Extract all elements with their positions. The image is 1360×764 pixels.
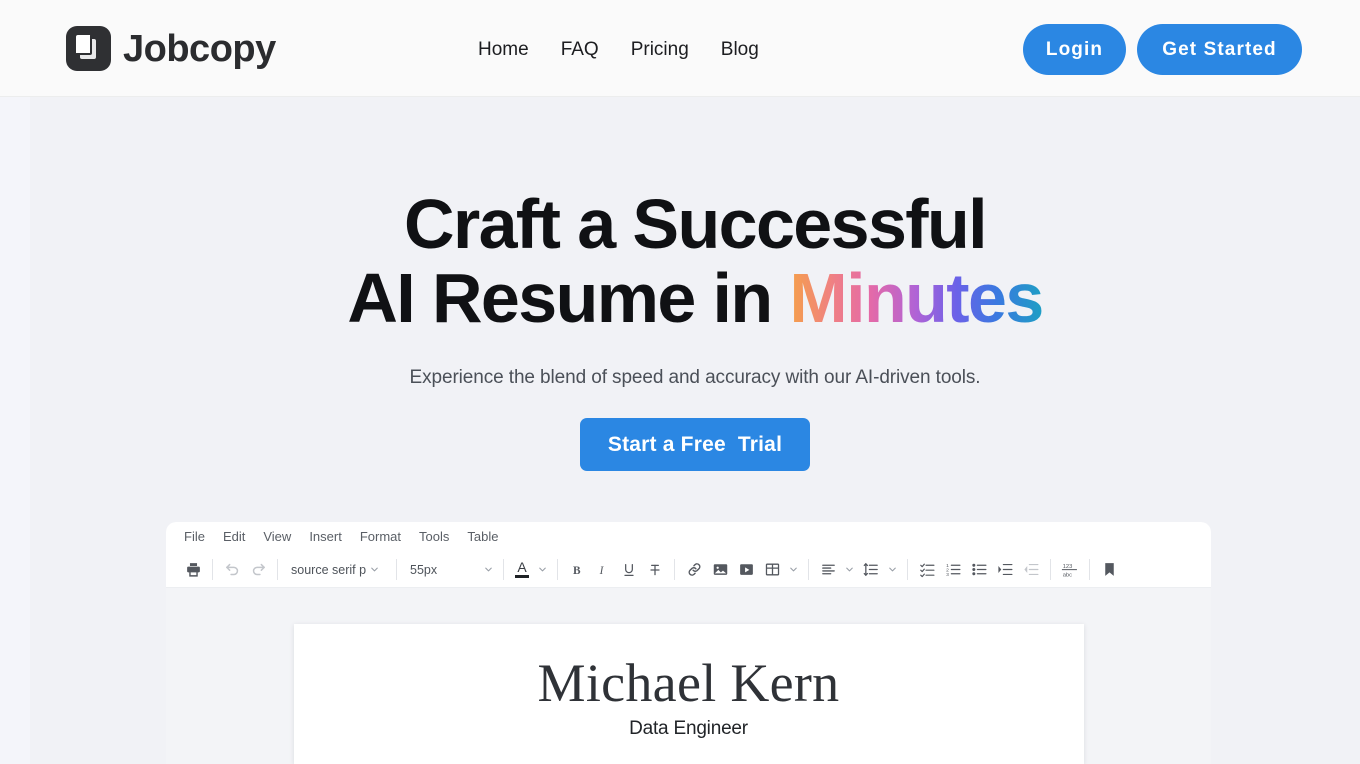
chevron-down-icon[interactable] [535,559,550,581]
start-free-trial-button[interactable]: Start a Free Trial [580,418,810,471]
login-button[interactable]: Login [1023,24,1126,75]
toolbar-group-history [213,558,277,582]
svg-text:3: 3 [946,572,949,578]
checklist-icon[interactable] [915,558,939,582]
video-icon[interactable] [734,558,758,582]
nav-item-home[interactable]: Home [478,36,545,64]
toolbar-group-font: source serif p… [278,558,396,582]
editor-toolbar: source serif p… 55px A [166,552,1211,587]
menu-item-tools[interactable]: Tools [410,522,458,552]
undo-icon[interactable] [220,558,244,582]
page-left-gutter [0,97,30,764]
svg-text:abc: abc [1063,572,1072,578]
underline-icon[interactable] [617,558,641,582]
text-color-icon[interactable]: A [511,558,533,582]
hero-heading-line2: AI Resume in Minutes [30,263,1360,334]
nav-item-faq[interactable]: FAQ [545,36,615,64]
numbered-list-icon[interactable]: 1 2 3 [941,558,965,582]
menu-item-insert[interactable]: Insert [300,522,351,552]
chevron-down-icon[interactable] [842,559,857,581]
toolbar-group-textcolor: A [504,558,557,582]
toolbar-group-lists: 1 2 3 [908,558,1050,582]
strikethrough-icon[interactable] [643,558,667,582]
hero-section: Craft a Successful AI Resume in Minutes … [30,97,1360,471]
font-size-select[interactable]: 55px [404,558,496,582]
font-size-value: 55px [410,563,481,577]
brand-name: Jobcopy [123,30,276,68]
hero-heading-line1: Craft a Successful [404,185,986,263]
menu-item-view[interactable]: View [254,522,300,552]
text-color-letter: A [517,561,526,574]
header-actions: Login Get Started [1023,24,1302,75]
svg-text:I: I [599,565,605,577]
toolbar-group-print [174,558,212,582]
chevron-down-icon[interactable] [885,559,900,581]
print-icon[interactable] [181,558,205,582]
menu-item-table[interactable]: Table [458,522,507,552]
indent-icon[interactable] [993,558,1017,582]
toolbar-group-paragraph [809,558,907,582]
hero-subtitle: Experience the blend of speed and accura… [30,367,1360,389]
resume-page[interactable]: Michael Kern Data Engineer [294,624,1084,764]
jobcopy-logo-icon [66,26,111,71]
svg-text:B: B [573,565,581,577]
site-header: Jobcopy Home FAQ Pricing Blog Login Get … [0,0,1360,97]
toolbar-group-insert [675,558,808,582]
hero-heading: Craft a Successful AI Resume in Minutes [30,189,1360,335]
get-started-button[interactable]: Get Started [1137,24,1302,75]
font-family-value: source serif p… [291,563,367,577]
resume-candidate-role: Data Engineer [294,718,1084,740]
toolbar-group-numbering: 123 abc [1051,558,1089,582]
image-icon[interactable] [708,558,732,582]
toolbar-group-textstyle: B I [558,558,674,582]
hero-heading-line2-plain: AI Resume in [347,259,789,337]
numbering-abc-icon[interactable]: 123 abc [1058,558,1082,582]
document-front-shape [76,35,92,55]
chevron-down-icon [367,559,382,581]
hero-heading-gradient-word: Minutes [789,259,1042,337]
text-color-swatch [515,575,529,578]
font-family-select[interactable]: source serif p… [285,558,389,582]
toolbar-group-bookmark [1090,558,1128,582]
main-navigation: Home FAQ Pricing Blog [478,36,775,64]
brand-logo[interactable]: Jobcopy [66,26,276,71]
align-left-icon[interactable] [816,558,840,582]
bold-icon[interactable]: B [565,558,589,582]
editor-menubar: File Edit View Insert Format Tools Table [166,522,1211,552]
outdent-icon[interactable] [1019,558,1043,582]
resume-candidate-name: Michael Kern [294,654,1084,712]
menu-item-file[interactable]: File [175,522,214,552]
chevron-down-icon [481,559,496,581]
menu-item-format[interactable]: Format [351,522,410,552]
redo-icon[interactable] [246,558,270,582]
nav-item-blog[interactable]: Blog [705,36,775,64]
table-icon[interactable] [760,558,784,582]
bullet-list-icon[interactable] [967,558,991,582]
nav-item-pricing[interactable]: Pricing [615,36,705,64]
menu-item-edit[interactable]: Edit [214,522,254,552]
svg-text:123: 123 [1063,564,1073,570]
link-icon[interactable] [682,558,706,582]
resume-editor-mockup: File Edit View Insert Format Tools Table [166,522,1211,764]
editor-chrome: File Edit View Insert Format Tools Table [166,522,1211,588]
toolbar-group-size: 55px [397,558,503,582]
chevron-down-icon[interactable] [786,559,801,581]
line-height-icon[interactable] [859,558,883,582]
italic-icon[interactable]: I [591,558,615,582]
editor-document-canvas: Michael Kern Data Engineer [166,588,1211,760]
bookmark-icon[interactable] [1097,558,1121,582]
